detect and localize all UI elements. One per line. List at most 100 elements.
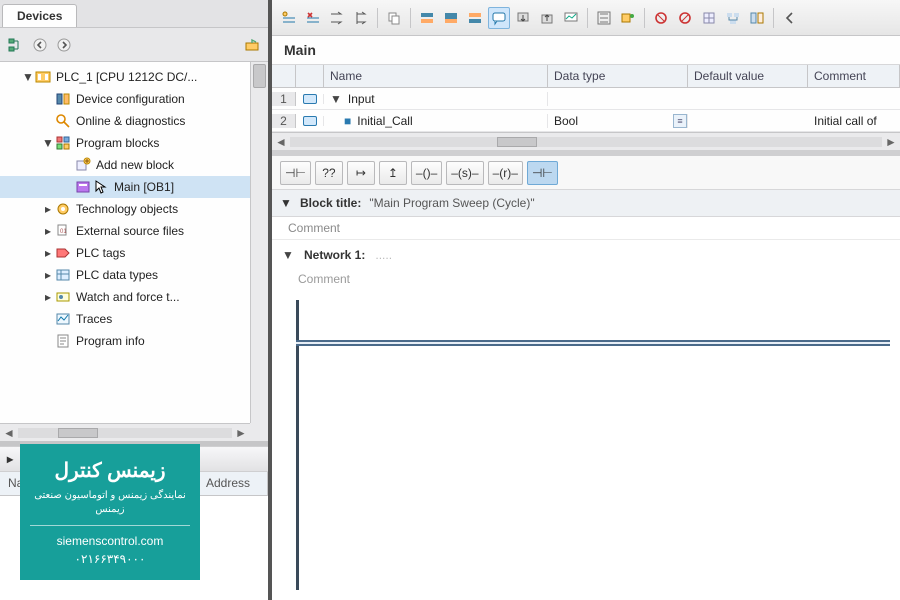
interface-row-group[interactable]: 1 ▼Input — [272, 88, 900, 110]
col-name[interactable]: Name — [324, 65, 548, 87]
caret-right-icon[interactable]: ▸ — [42, 290, 54, 304]
cell-comment[interactable]: Initial call of — [808, 114, 900, 128]
err1-icon[interactable] — [650, 7, 672, 29]
interface-row-leaf[interactable]: 2 ■Initial_Call Bool≡ Initial call of — [272, 110, 900, 132]
cell-type[interactable]: Bool — [554, 114, 578, 128]
cell-name[interactable]: Initial_Call — [357, 114, 412, 128]
delete-network-icon[interactable] — [302, 7, 324, 29]
tree-node-program-info[interactable]: Program info — [0, 330, 252, 352]
goto-icon[interactable] — [326, 7, 348, 29]
col-datatype[interactable]: Data type — [548, 65, 688, 87]
tree-node-plc[interactable]: ▼ PLC_1 [CPU 1212C DC/... — [0, 66, 252, 88]
nav-back-icon[interactable] — [30, 35, 50, 55]
tree-label: Online & diagnostics — [76, 114, 185, 128]
comment-toggle-icon[interactable] — [488, 7, 510, 29]
tree-node-plc-tags[interactable]: ▸ PLC tags — [0, 242, 252, 264]
lad-coil[interactable]: –()– — [411, 161, 442, 185]
caret-right-icon[interactable]: ▸ — [4, 452, 16, 466]
view1-icon[interactable] — [416, 7, 438, 29]
type-picker-icon[interactable]: ≡ — [673, 114, 687, 128]
view3-icon[interactable] — [464, 7, 486, 29]
col-default[interactable]: Default value — [688, 65, 808, 87]
project-tree[interactable]: ▼ PLC_1 [CPU 1212C DC/... Device configu… — [0, 62, 252, 441]
tree-node-device-config[interactable]: Device configuration — [0, 88, 252, 110]
lad-empty-box[interactable]: ?? — [315, 161, 343, 185]
compare-icon[interactable] — [746, 7, 768, 29]
monitor-icon[interactable] — [560, 7, 582, 29]
ladder-rung-area[interactable] — [272, 296, 900, 600]
tree-label: External source files — [76, 224, 184, 238]
tree-node-traces[interactable]: Traces — [0, 308, 252, 330]
network-comment[interactable]: Comment — [272, 270, 900, 296]
tech-objects-icon — [54, 201, 72, 217]
blocks-icon — [54, 135, 72, 151]
tree-node-main-ob1[interactable]: Main [OB1] — [0, 176, 252, 198]
nav-fwd-icon[interactable] — [54, 35, 74, 55]
devices-tab[interactable]: Devices — [2, 4, 77, 27]
caret-down-icon[interactable]: ▼ — [42, 136, 54, 150]
abs-symb-icon[interactable] — [593, 7, 615, 29]
tag-display-icon[interactable] — [617, 7, 639, 29]
view2-icon[interactable] — [440, 7, 462, 29]
caret-down-icon[interactable]: ▼ — [282, 248, 294, 262]
tree-scrollbar-horizontal[interactable]: ◄► — [0, 423, 250, 441]
tree-label: Main [OB1] — [114, 180, 174, 194]
goto2-icon[interactable] — [350, 7, 372, 29]
ob-block-icon — [74, 179, 92, 195]
upload-icon[interactable] — [536, 7, 558, 29]
err2-icon[interactable] — [674, 7, 696, 29]
wm-url: siemenscontrol.com — [30, 534, 190, 548]
lad-branch-close[interactable]: ↥ — [379, 161, 407, 185]
block-name-title: Main — [272, 36, 900, 65]
cell-name[interactable]: Input — [348, 92, 375, 106]
tree-label: PLC data types — [76, 268, 158, 282]
interface-table[interactable]: Name Data type Default value Comment 1 ▼… — [272, 65, 900, 150]
block-title-row[interactable]: ▼ Block title: "Main Program Sweep (Cycl… — [272, 190, 900, 217]
tree-label: Program blocks — [76, 136, 159, 150]
details-col-address[interactable]: Address — [198, 472, 268, 495]
crossref-icon[interactable] — [698, 7, 720, 29]
plc-types-icon — [54, 267, 72, 283]
caret-down-icon[interactable]: ▼ — [22, 70, 34, 84]
lad-contact-no[interactable]: ⊣⊢ — [280, 161, 311, 185]
tree-label: Traces — [76, 312, 112, 326]
tree-label: Watch and force t... — [76, 290, 180, 304]
block-title-comment[interactable]: Comment — [272, 217, 900, 240]
prev-icon[interactable] — [779, 7, 801, 29]
show-network-icon[interactable] — [242, 35, 262, 55]
tree-node-ext-sources[interactable]: ▸ 01 External source files — [0, 220, 252, 242]
call-struct-icon[interactable] — [722, 7, 744, 29]
tree-options-icon[interactable] — [6, 35, 26, 55]
interface-scrollbar[interactable]: ◄► — [272, 132, 900, 150]
tree-label: Device configuration — [76, 92, 185, 106]
add-block-icon — [74, 157, 92, 173]
io-pin-icon — [303, 116, 317, 126]
tree-node-tech-objects[interactable]: ▸ Technology objects — [0, 198, 252, 220]
tree-node-watch-force[interactable]: ▸ Watch and force t... — [0, 286, 252, 308]
tree-node-online-diag[interactable]: Online & diagnostics — [0, 110, 252, 132]
io-pin-icon — [303, 94, 317, 104]
wm-sub: نمایندگی زیمنس و اتوماسیون صنعتی زیمنس — [30, 489, 190, 526]
download-icon[interactable] — [512, 7, 534, 29]
tree-node-add-block[interactable]: Add new block — [0, 154, 252, 176]
caret-right-icon[interactable]: ▸ — [42, 202, 54, 216]
lad-set-coil[interactable]: –(s)– — [446, 161, 483, 185]
wm-phone: ۰۲۱۶۶۳۴۹۰۰۰ — [30, 552, 190, 566]
lad-reset-coil[interactable]: –(r)– — [488, 161, 523, 185]
caret-down-icon[interactable]: ▼ — [280, 196, 292, 210]
network-header[interactable]: ▼ Network 1: ..... — [272, 240, 900, 270]
tree-node-program-blocks[interactable]: ▼ Program blocks — [0, 132, 252, 154]
copy-icon[interactable] — [383, 7, 405, 29]
tree-node-plc-types[interactable]: ▸ PLC data types — [0, 264, 252, 286]
col-comment[interactable]: Comment — [808, 65, 900, 87]
caret-right-icon[interactable]: ▸ — [42, 246, 54, 260]
caret-right-icon[interactable]: ▸ — [42, 268, 54, 282]
lad-contact-nc[interactable]: ⊣⊢ — [527, 161, 558, 185]
tree-scrollbar-vertical[interactable] — [250, 62, 268, 423]
block-title-value[interactable]: "Main Program Sweep (Cycle)" — [369, 196, 534, 210]
caret-right-icon[interactable]: ▸ — [42, 224, 54, 238]
device-config-icon — [54, 91, 72, 107]
rung-line[interactable] — [296, 340, 890, 346]
insert-network-icon[interactable] — [278, 7, 300, 29]
lad-branch-open[interactable]: ↦ — [347, 161, 375, 185]
